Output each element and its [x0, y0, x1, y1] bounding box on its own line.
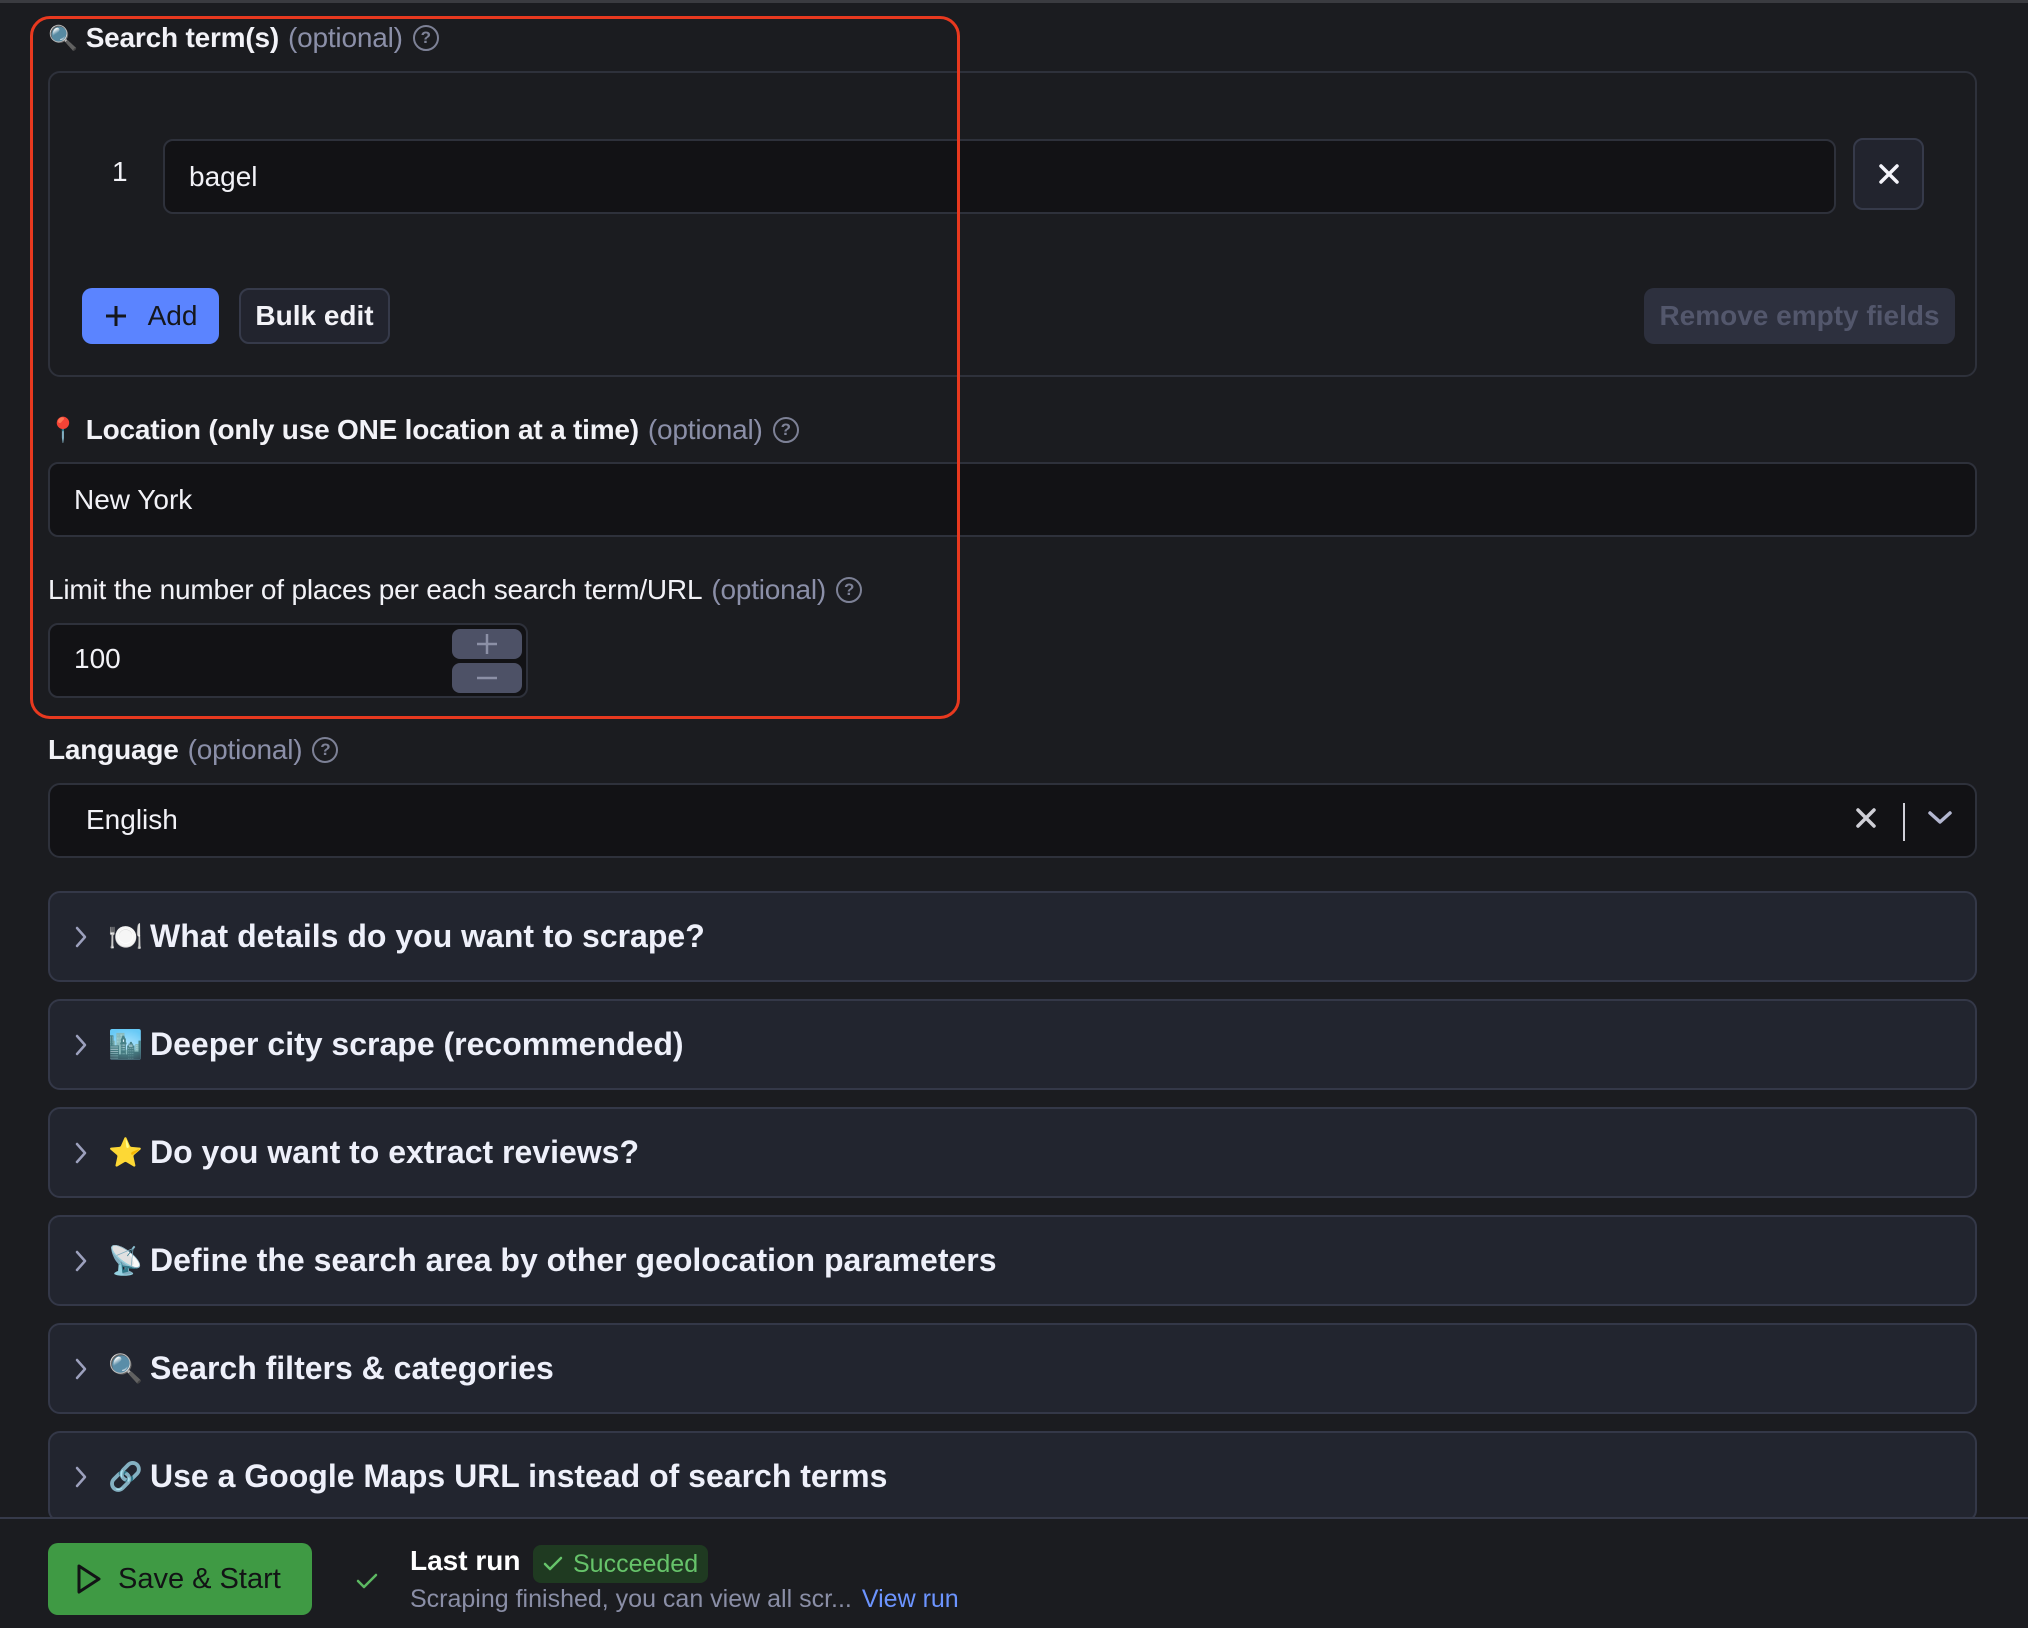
optional-tag: (optional)	[647, 414, 763, 445]
help-icon[interactable]: ?	[836, 577, 863, 603]
language-select[interactable]: English	[48, 783, 1977, 858]
section-emoji-icon: 🏙️	[108, 1029, 143, 1060]
bottom-action-bar: Save & Start Last run Succeeded Scraping…	[0, 1517, 2028, 1628]
decrement-button[interactable]	[452, 663, 522, 693]
minus-icon	[477, 676, 497, 680]
add-label: Add	[147, 300, 198, 331]
section-emoji-icon: 📡	[108, 1245, 143, 1276]
section-title: Search filters & categories	[150, 1350, 554, 1386]
check-icon	[543, 1556, 563, 1571]
play-icon	[77, 1564, 101, 1594]
pin-icon: 📍	[48, 416, 78, 444]
section-title: What details do you want to scrape?	[150, 918, 705, 954]
add-search-term-button[interactable]: Add	[82, 288, 219, 344]
accordion-section[interactable]: 🏙️ Deeper city scrape (recommended)	[48, 999, 1977, 1090]
run-description-text: Scraping finished, you can view all scr.…	[410, 1585, 852, 1613]
language-label-text: Language	[48, 734, 179, 765]
accordion-section[interactable]: 🍽️ What details do you want to scrape?	[48, 891, 1977, 982]
optional-tag: (optional)	[187, 734, 303, 765]
help-icon[interactable]: ?	[312, 737, 339, 763]
location-label: 📍 Location (only use ONE location at a t…	[48, 414, 799, 446]
chevron-right-icon	[74, 925, 94, 949]
bulk-edit-button[interactable]: Bulk edit	[239, 288, 390, 344]
limit-value: 100	[74, 643, 121, 674]
section-title: Use a Google Maps URL instead of search …	[150, 1458, 888, 1494]
accordion-section[interactable]: ⭐ Do you want to extract reviews?	[48, 1107, 1977, 1198]
remove-empty-fields-label: Remove empty fields	[1659, 300, 1940, 331]
section-title: Do you want to extract reviews?	[150, 1134, 640, 1170]
close-icon	[1856, 808, 1876, 828]
section-emoji-icon: 🔗	[108, 1461, 143, 1492]
plus-icon	[477, 634, 497, 654]
close-icon	[1878, 164, 1899, 184]
limit-number-input[interactable]: 100	[48, 623, 528, 698]
save-and-start-label: Save & Start	[118, 1562, 281, 1595]
status-badge: Succeeded	[533, 1545, 709, 1583]
section-emoji-icon: 🔍	[108, 1353, 143, 1384]
actor-input-form: 🔍 Search term(s) (optional) ? 1 bagel Ad…	[0, 0, 2028, 1628]
search-term-value: bagel	[189, 160, 258, 192]
last-run-label: Last run	[410, 1545, 521, 1576]
chevron-right-icon	[74, 1249, 94, 1273]
limit-label-text: Limit the number of places per each sear…	[48, 574, 703, 605]
language-label: Language (optional) ?	[48, 734, 339, 766]
chevron-right-icon	[74, 1357, 94, 1381]
increment-button[interactable]	[452, 629, 522, 659]
section-emoji-icon: 🍽️	[108, 921, 143, 952]
chevron-right-icon	[74, 1033, 94, 1057]
search-term-index: 1	[112, 156, 128, 187]
remove-search-term-button[interactable]	[1853, 138, 1924, 210]
section-title: Deeper city scrape (recommended)	[150, 1026, 684, 1062]
limit-label: Limit the number of places per each sear…	[48, 574, 863, 606]
run-description: Scraping finished, you can view all scr.…	[410, 1585, 959, 1614]
bulk-edit-label: Bulk edit	[255, 300, 374, 331]
status-text: Succeeded	[573, 1549, 699, 1578]
chevron-right-icon	[74, 1465, 94, 1489]
remove-empty-fields-button[interactable]: Remove empty fields	[1644, 288, 1955, 344]
chevron-right-icon	[74, 1141, 94, 1165]
location-label-text: Location (only use ONE location at a tim…	[85, 414, 639, 445]
optional-tag: (optional)	[287, 22, 403, 53]
search-terms-label-text: Search term(s)	[85, 22, 279, 53]
chevron-down-icon[interactable]	[1927, 809, 1953, 832]
location-value: New York	[74, 483, 193, 515]
section-emoji-icon: ⭐	[108, 1137, 143, 1168]
run-success-check-icon	[356, 1572, 378, 1595]
accordion-section[interactable]: 🔍 Search filters & categories	[48, 1323, 1977, 1414]
language-value: English	[86, 804, 178, 835]
plus-icon	[105, 306, 126, 326]
help-icon[interactable]: ?	[772, 417, 799, 443]
location-input[interactable]: New York	[48, 462, 1977, 537]
section-title: Define the search area by other geolocat…	[150, 1242, 997, 1278]
top-divider	[0, 0, 2028, 3]
search-term-input[interactable]: bagel	[163, 139, 1836, 214]
magnifier-icon: 🔍	[48, 24, 78, 52]
help-icon[interactable]: ?	[412, 25, 439, 51]
clear-selection-icon[interactable]	[1855, 807, 1877, 834]
accordion-section[interactable]: 📡 Define the search area by other geoloca…	[48, 1215, 1977, 1306]
save-and-start-button[interactable]: Save & Start	[48, 1543, 312, 1615]
search-terms-label: 🔍 Search term(s) (optional) ?	[48, 22, 439, 54]
select-separator	[1903, 803, 1905, 841]
optional-tag: (optional)	[711, 574, 827, 605]
accordion-section[interactable]: 🔗 Use a Google Maps URL instead of search…	[48, 1431, 1977, 1522]
view-run-link[interactable]: View run	[862, 1585, 959, 1613]
